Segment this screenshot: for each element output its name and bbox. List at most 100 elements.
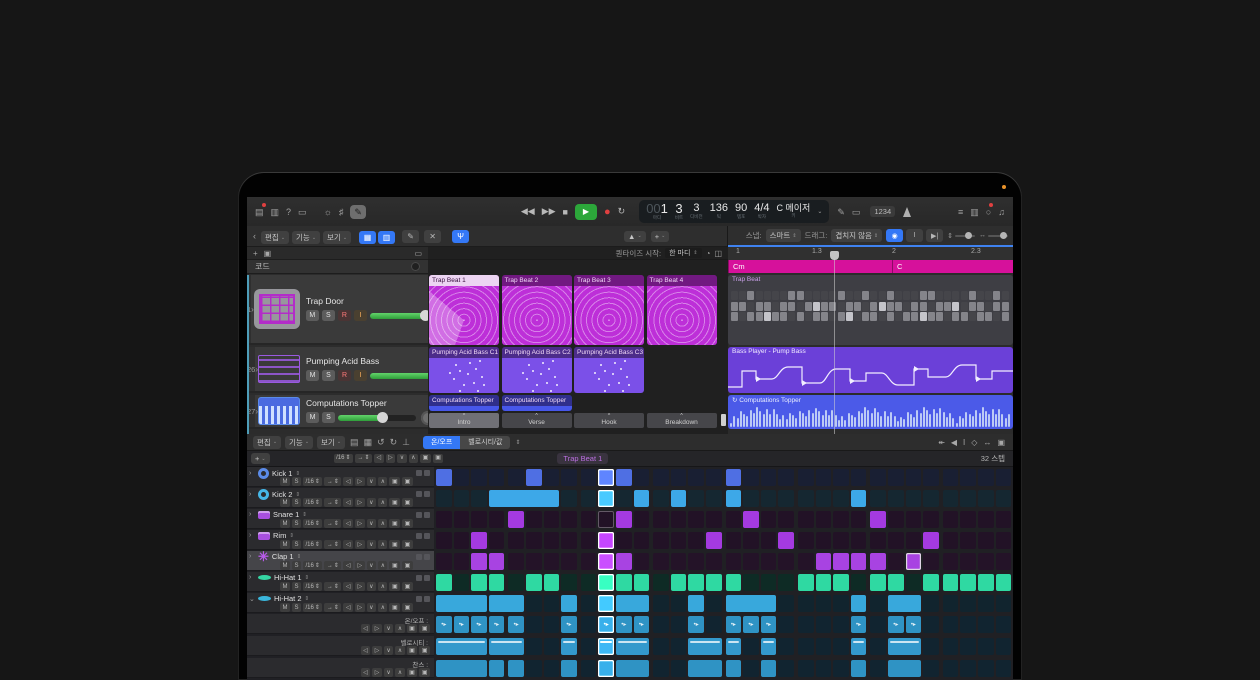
- step-cell[interactable]: [489, 469, 505, 486]
- disclosure-icon[interactable]: ›: [249, 532, 255, 539]
- solo-button[interactable]: S: [292, 561, 301, 570]
- step-cell[interactable]: [561, 553, 577, 570]
- step-cell[interactable]: [706, 553, 722, 570]
- step-cell[interactable]: [508, 469, 524, 486]
- step-cell[interactable]: [761, 490, 777, 507]
- step-cell[interactable]: [489, 532, 505, 549]
- options-button[interactable]: ▣: [389, 540, 400, 549]
- playback-mode-select[interactable]: →⇕: [324, 477, 341, 486]
- rotate-right-button[interactable]: ▷: [355, 603, 365, 612]
- increment-button[interactable]: ∧: [395, 624, 404, 633]
- settings-button[interactable]: ▣: [419, 646, 430, 655]
- divide-icon[interactable]: ◫: [714, 249, 722, 258]
- step-cell[interactable]: [743, 490, 759, 507]
- step-rate-select[interactable]: /16⇕: [303, 561, 322, 570]
- step-cell[interactable]: [454, 532, 470, 549]
- step-cell[interactable]: [688, 469, 704, 486]
- active-step[interactable]: [816, 553, 832, 570]
- time-signature-display[interactable]: 4/4박자: [754, 203, 769, 220]
- step-cell[interactable]: [778, 511, 794, 528]
- step-cell[interactable]: [761, 553, 777, 570]
- settings-button[interactable]: ▣: [402, 519, 413, 528]
- active-step[interactable]: [888, 595, 921, 612]
- row-options-icons[interactable]: [416, 470, 430, 476]
- step-cell[interactable]: [653, 553, 669, 570]
- active-step[interactable]: [688, 595, 704, 612]
- row-name[interactable]: Hi-Hat 2: [274, 594, 302, 603]
- row-name[interactable]: Clap 1: [272, 552, 294, 561]
- seq-menu-편집[interactable]: 편집⌄: [253, 436, 281, 449]
- row-options-icons[interactable]: [416, 596, 430, 602]
- i-button[interactable]: I: [354, 370, 367, 381]
- step-cell[interactable]: [653, 511, 669, 528]
- active-step[interactable]: [526, 574, 542, 591]
- track-header-computations-topper[interactable]: 27›Computations TopperMS: [247, 395, 428, 429]
- active-step[interactable]: [851, 553, 867, 570]
- forward-button[interactable]: ▶▶: [542, 206, 556, 217]
- step-cell[interactable]: [706, 490, 722, 507]
- active-step[interactable]: [851, 595, 867, 612]
- active-step[interactable]: [561, 660, 577, 677]
- step-cell[interactable]: [816, 469, 832, 486]
- playback-mode-select[interactable]: →⇕: [324, 498, 341, 507]
- step-cell[interactable]: [798, 616, 814, 633]
- scene-trigger-verse[interactable]: ^Verse: [502, 413, 572, 428]
- loop-browser-icon[interactable]: ○: [986, 205, 991, 219]
- pointer-icon[interactable]: ◇: [971, 438, 977, 447]
- step-cell[interactable]: [870, 638, 886, 655]
- step-cell[interactable]: [544, 553, 560, 570]
- step-cell[interactable]: [454, 574, 470, 591]
- disclosure-icon[interactable]: ›: [249, 574, 255, 581]
- step-cell[interactable]: [816, 532, 832, 549]
- step-cell[interactable]: [634, 511, 650, 528]
- step-cell[interactable]: [544, 660, 560, 677]
- record-button[interactable]: ●: [604, 206, 611, 218]
- chord-segment[interactable]: C: [892, 260, 1013, 273]
- pointer-tool[interactable]: ▲⌄: [624, 231, 646, 242]
- step-cell[interactable]: [544, 469, 560, 486]
- active-step[interactable]: [616, 660, 649, 677]
- step-cell[interactable]: [996, 553, 1012, 570]
- active-step[interactable]: [761, 638, 777, 655]
- ruler[interactable]: 11.322.3: [728, 247, 1013, 261]
- hzoom-icon[interactable]: ↔: [983, 438, 991, 447]
- active-step[interactable]: [960, 574, 976, 591]
- active-step[interactable]: •▸: [743, 616, 759, 633]
- active-step[interactable]: [508, 660, 524, 677]
- step-cell[interactable]: [978, 490, 994, 507]
- step-cell[interactable]: [544, 595, 560, 612]
- step-cell[interactable]: [816, 595, 832, 612]
- active-step[interactable]: [561, 595, 577, 612]
- active-step[interactable]: [489, 660, 505, 677]
- step-cell[interactable]: [726, 553, 742, 570]
- decrement-button[interactable]: ∨: [384, 668, 393, 677]
- step-cell[interactable]: [778, 616, 794, 633]
- row-name[interactable]: Snare 1: [273, 510, 299, 519]
- step-cell[interactable]: [743, 574, 759, 591]
- settings-button[interactable]: ▣: [402, 561, 413, 570]
- decrement-button[interactable]: ∨: [367, 519, 376, 528]
- step-cell[interactable]: [526, 532, 542, 549]
- active-step[interactable]: [978, 574, 994, 591]
- row-reorder-icon[interactable]: ⇕: [295, 471, 300, 477]
- step-cell[interactable]: [923, 660, 939, 677]
- step-cell[interactable]: [526, 638, 542, 655]
- step-cell[interactable]: [833, 532, 849, 549]
- add-row-button[interactable]: +⌄: [251, 453, 270, 464]
- active-step[interactable]: [598, 469, 614, 486]
- step-cell[interactable]: [816, 511, 832, 528]
- rotate-right-button[interactable]: ▷: [355, 498, 365, 507]
- increment-button[interactable]: ∧: [378, 519, 387, 528]
- m-button[interactable]: M: [306, 412, 319, 423]
- step-cell[interactable]: [923, 638, 939, 655]
- volume-slider[interactable]: [338, 415, 416, 421]
- rotate-left-button[interactable]: ◁: [343, 540, 353, 549]
- step-cell[interactable]: [598, 511, 614, 528]
- mute-button[interactable]: M: [280, 603, 290, 612]
- active-step[interactable]: [671, 574, 687, 591]
- step-cell[interactable]: [851, 574, 867, 591]
- options-button[interactable]: ▣: [407, 646, 418, 655]
- step-cell[interactable]: [833, 660, 849, 677]
- active-step[interactable]: [851, 660, 867, 677]
- pedal-icon[interactable]: ⊥: [402, 435, 410, 449]
